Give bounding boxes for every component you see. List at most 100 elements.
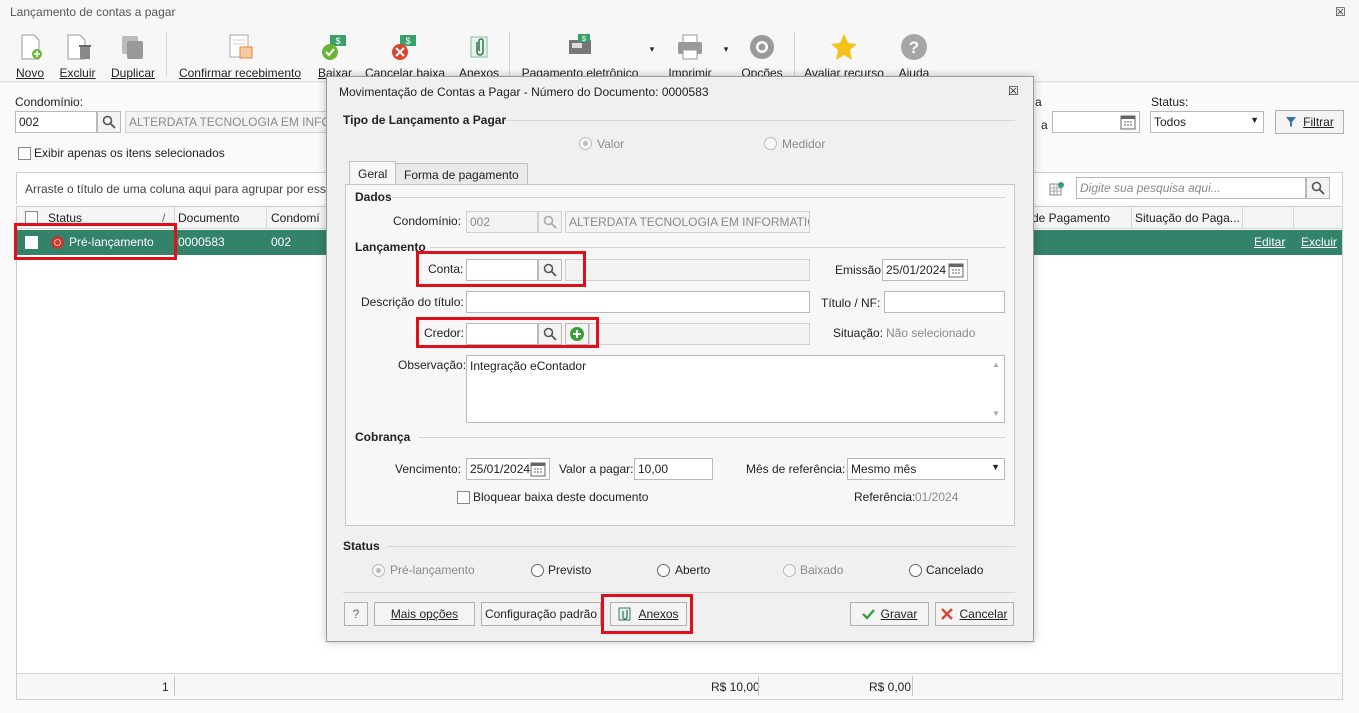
observacao-textarea[interactable]: Integração eContador ▲ ▼	[466, 355, 1005, 423]
tipo-valor-radio[interactable]	[579, 137, 592, 150]
cancel-baixa-button[interactable]: $ Cancelar baixa	[364, 26, 446, 82]
delete-button[interactable]: Excluir	[55, 26, 100, 82]
scroll-down-icon[interactable]: ▼	[992, 409, 1000, 418]
checkmark-icon	[861, 609, 875, 620]
show-selected-checkbox[interactable]	[18, 147, 31, 160]
bloquear-label: Bloquear baixa deste documento	[473, 490, 649, 504]
descricao-input[interactable]	[466, 291, 810, 313]
column-situacao[interactable]: Situação do Paga...	[1135, 211, 1240, 225]
dropdown-arrow-icon[interactable]: ▾	[722, 44, 730, 54]
help-button[interactable]: ?	[344, 602, 368, 626]
duplicate-icon	[122, 36, 143, 59]
duplicate-button[interactable]: Duplicar	[106, 26, 160, 82]
svg-text:$: $	[335, 36, 340, 46]
filter-button[interactable]: Filtrar	[1275, 110, 1344, 134]
vencimento-label: Vencimento:	[395, 462, 462, 476]
dialog-title: Movimentação de Contas a Pagar - Número …	[339, 85, 709, 99]
mes-referencia-value: Mesmo mês	[851, 462, 917, 476]
dados-condominio-label: Condomínio:	[393, 214, 462, 228]
highlight-credor	[416, 317, 599, 348]
edit-link[interactable]: Editar	[1254, 235, 1285, 249]
cancel-button[interactable]: Cancelar	[935, 602, 1014, 626]
status-pre-lancamento-label: Pré-lançamento	[390, 563, 475, 577]
chevron-down-icon: ▼	[1250, 115, 1259, 125]
dados-condominio-search-button	[538, 211, 562, 233]
range-a-label: a	[1041, 118, 1048, 132]
funnel-icon	[1286, 117, 1297, 127]
calendar-icon[interactable]	[1118, 112, 1138, 132]
printer-icon	[678, 34, 702, 60]
column-documento[interactable]: Documento	[178, 211, 239, 225]
grid-search-input[interactable]: Digite sua pesquisa aqui...	[1076, 177, 1306, 199]
grid-search-button[interactable]	[1306, 177, 1330, 199]
confirm-receipt-button[interactable]: Confirmar recebimento	[175, 26, 305, 82]
tab-forma-pagamento[interactable]: Forma de pagamento	[395, 163, 528, 185]
baixar-button[interactable]: $ Baixar	[313, 26, 357, 82]
delete-link[interactable]: Excluir	[1301, 235, 1337, 249]
status-filter-label: Status:	[1151, 95, 1189, 109]
window-title: Lançamento de contas a pagar	[10, 5, 176, 19]
observacao-label: Observação:	[398, 358, 467, 372]
search-icon	[102, 115, 116, 129]
row-documento: 0000583	[178, 235, 225, 249]
help-button[interactable]: ? Ajuda	[894, 26, 934, 82]
row-count: 1	[162, 680, 169, 694]
paperclip-icon	[470, 36, 488, 58]
calendar-icon[interactable]	[948, 262, 964, 278]
grid-settings-icon[interactable]	[1049, 181, 1065, 197]
divider	[418, 437, 1006, 438]
group-hint: Arraste o título de uma coluna aqui para…	[25, 182, 333, 196]
default-config-button[interactable]: Configuração padrão	[481, 602, 601, 626]
column-condominio[interactable]: Condomí	[271, 211, 320, 225]
more-options-button[interactable]: Mais opções	[374, 602, 475, 626]
status-aberto-radio[interactable]	[657, 564, 670, 577]
new-button[interactable]: Novo	[10, 26, 50, 82]
tipo-medidor-radio[interactable]	[764, 137, 777, 150]
status-section-title: Status	[343, 539, 380, 553]
svg-text:?: ?	[909, 38, 919, 57]
bloquear-checkbox[interactable]	[457, 491, 470, 504]
rate-feature-button[interactable]: Avaliar recurso	[802, 26, 886, 82]
total-value: R$ 10,00	[711, 680, 760, 694]
condominio-code-input[interactable]: 002	[15, 111, 97, 133]
observacao-text: Integração eContador	[470, 359, 587, 373]
tipo-section-title: Tipo de Lançamento a Pagar	[343, 113, 507, 127]
footer-separator	[174, 676, 175, 696]
toolbar-separator	[509, 32, 510, 76]
conta-description-field	[565, 259, 810, 281]
dropdown-arrow-icon[interactable]: ▾	[648, 44, 656, 54]
status-baixado-label: Baixado	[800, 563, 844, 577]
payment-terminal-icon: $	[569, 34, 591, 54]
tab-geral[interactable]: Geral	[349, 161, 397, 186]
dados-condominio-code: 002	[466, 211, 538, 233]
scroll-up-icon[interactable]: ▲	[992, 360, 1000, 369]
delete-document-icon	[67, 34, 91, 60]
status-cancelado-radio[interactable]	[909, 564, 922, 577]
valor-input[interactable]: 10,00	[634, 458, 713, 480]
tipo-valor-label: Valor	[597, 137, 625, 151]
column-separator	[1293, 207, 1294, 229]
geral-panel: Dados Condomínio: 002 ALTERDATA TECNOLOG…	[345, 184, 1015, 526]
status-cancelado-label: Cancelado	[926, 563, 984, 577]
options-button[interactable]: Opções	[738, 26, 786, 82]
show-selected-label: Exibir apenas os itens selecionados	[34, 146, 225, 160]
attachments-button[interactable]: Anexos	[456, 26, 502, 82]
status-previsto-radio[interactable]	[531, 564, 544, 577]
column-separator	[266, 207, 267, 229]
status-pre-lancamento-radio[interactable]	[372, 564, 385, 577]
close-icon[interactable]: ☒	[1335, 5, 1346, 19]
print-button[interactable]: Imprimir	[664, 26, 716, 82]
svg-text:$: $	[405, 36, 410, 46]
footer-separator	[758, 676, 759, 696]
calendar-icon[interactable]	[530, 461, 546, 477]
dialog-close-icon[interactable]: ☒	[1008, 84, 1019, 98]
mes-referencia-select[interactable]: Mesmo mês ▼	[847, 458, 1005, 480]
condominio-search-button[interactable]	[97, 111, 121, 133]
save-button[interactable]: Gravar	[850, 602, 929, 626]
electronic-payment-button[interactable]: $ Pagamento eletrônico	[518, 26, 642, 82]
titulo-nf-label: Título / NF:	[821, 296, 881, 310]
status-baixado-radio[interactable]	[783, 564, 796, 577]
status-select[interactable]: Todos ▼	[1150, 111, 1264, 133]
titulo-nf-input[interactable]	[884, 291, 1005, 313]
column-pagamento[interactable]: de Pagamento	[1032, 211, 1110, 225]
